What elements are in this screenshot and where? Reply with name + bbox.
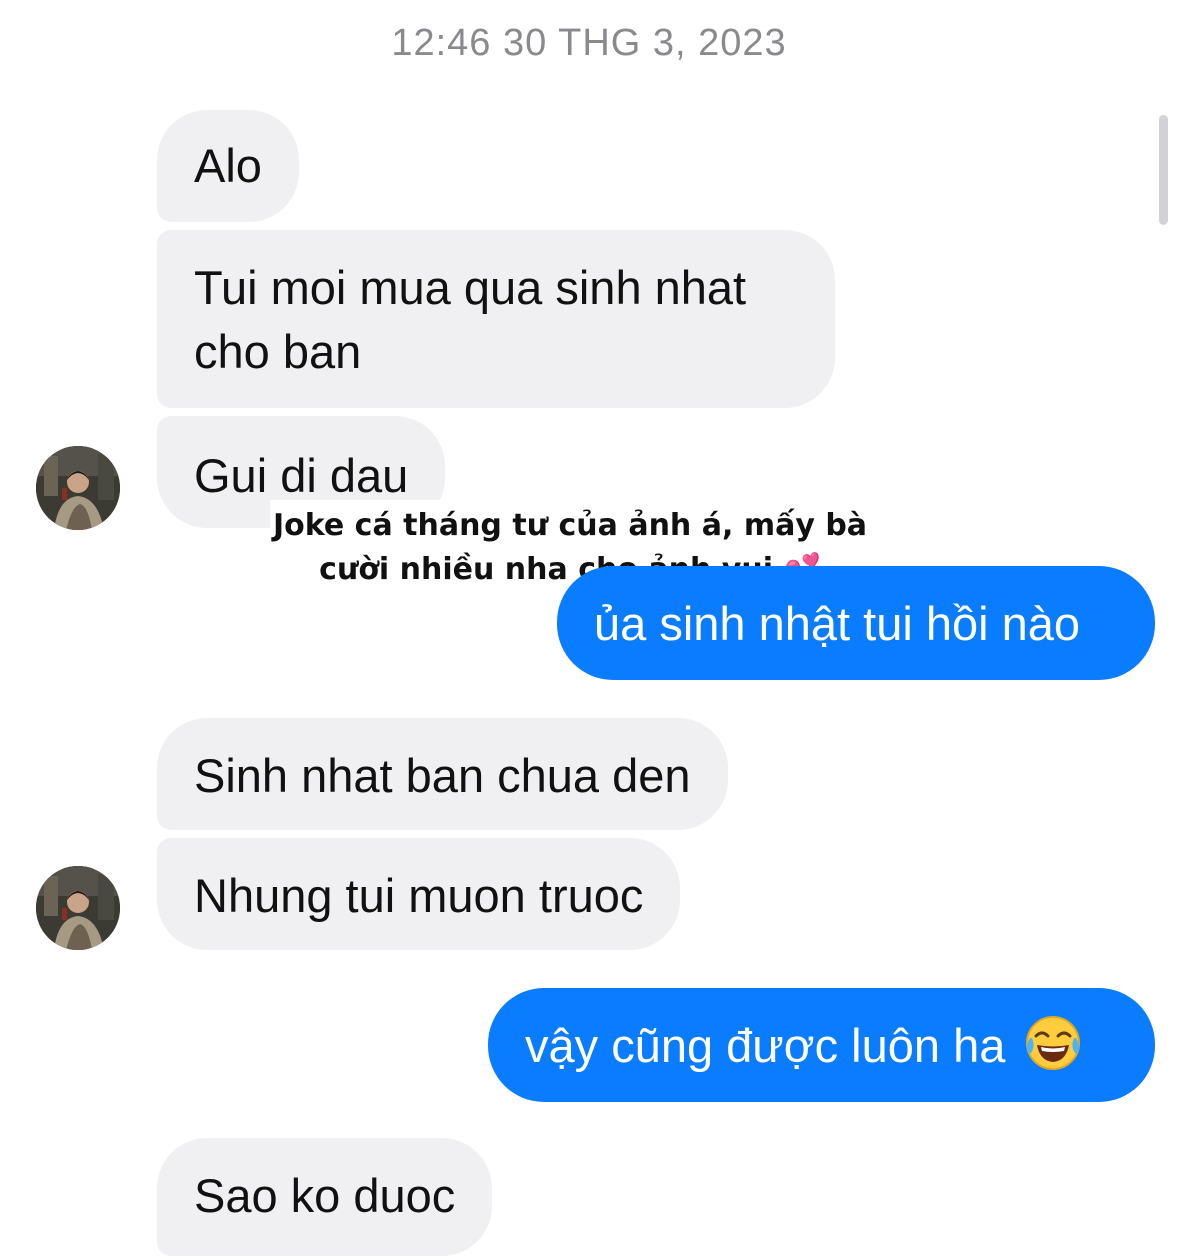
message-text: ủa sinh nhật tui hồi nào (594, 597, 1081, 650)
message-text-line: Tui moi mua qua sinh nhat (194, 261, 747, 314)
message-text: Sinh nhat ban chua den (194, 749, 691, 802)
message-text-line: cho ban (194, 325, 362, 378)
message-text: Nhung tui muon truoc (194, 869, 644, 922)
conversation-timestamp: 12:46 30 THG 3, 2023 (391, 22, 787, 64)
incoming-message[interactable]: Alo (157, 110, 299, 222)
contact-avatar[interactable] (36, 866, 120, 950)
message-text: vậy cũng được luôn ha (525, 1019, 1006, 1072)
caption-line: Joke cá tháng tư của ảnh á, mấy bà (272, 508, 868, 543)
message-text: Alo (194, 139, 262, 192)
avatar-photo (36, 446, 120, 530)
incoming-message[interactable]: Sao ko duoc (157, 1138, 493, 1256)
incoming-message[interactable]: Sinh nhat ban chua den (157, 718, 728, 830)
message-text: Gui di dau (194, 449, 409, 502)
message-text: Sao ko duoc (194, 1169, 456, 1222)
face-with-tears-of-joy-icon (1024, 1014, 1082, 1072)
incoming-message[interactable]: Nhung tui muon truoc (157, 838, 681, 950)
incoming-message[interactable]: Tui moi mua qua sinh nhat cho ban (157, 230, 835, 408)
scrollbar[interactable] (1159, 115, 1168, 225)
avatar-photo (36, 866, 120, 950)
outgoing-message[interactable]: vậy cũng được luôn ha (488, 988, 1155, 1102)
outgoing-message[interactable]: ủa sinh nhật tui hồi nào (557, 566, 1155, 680)
contact-avatar[interactable] (36, 446, 120, 530)
